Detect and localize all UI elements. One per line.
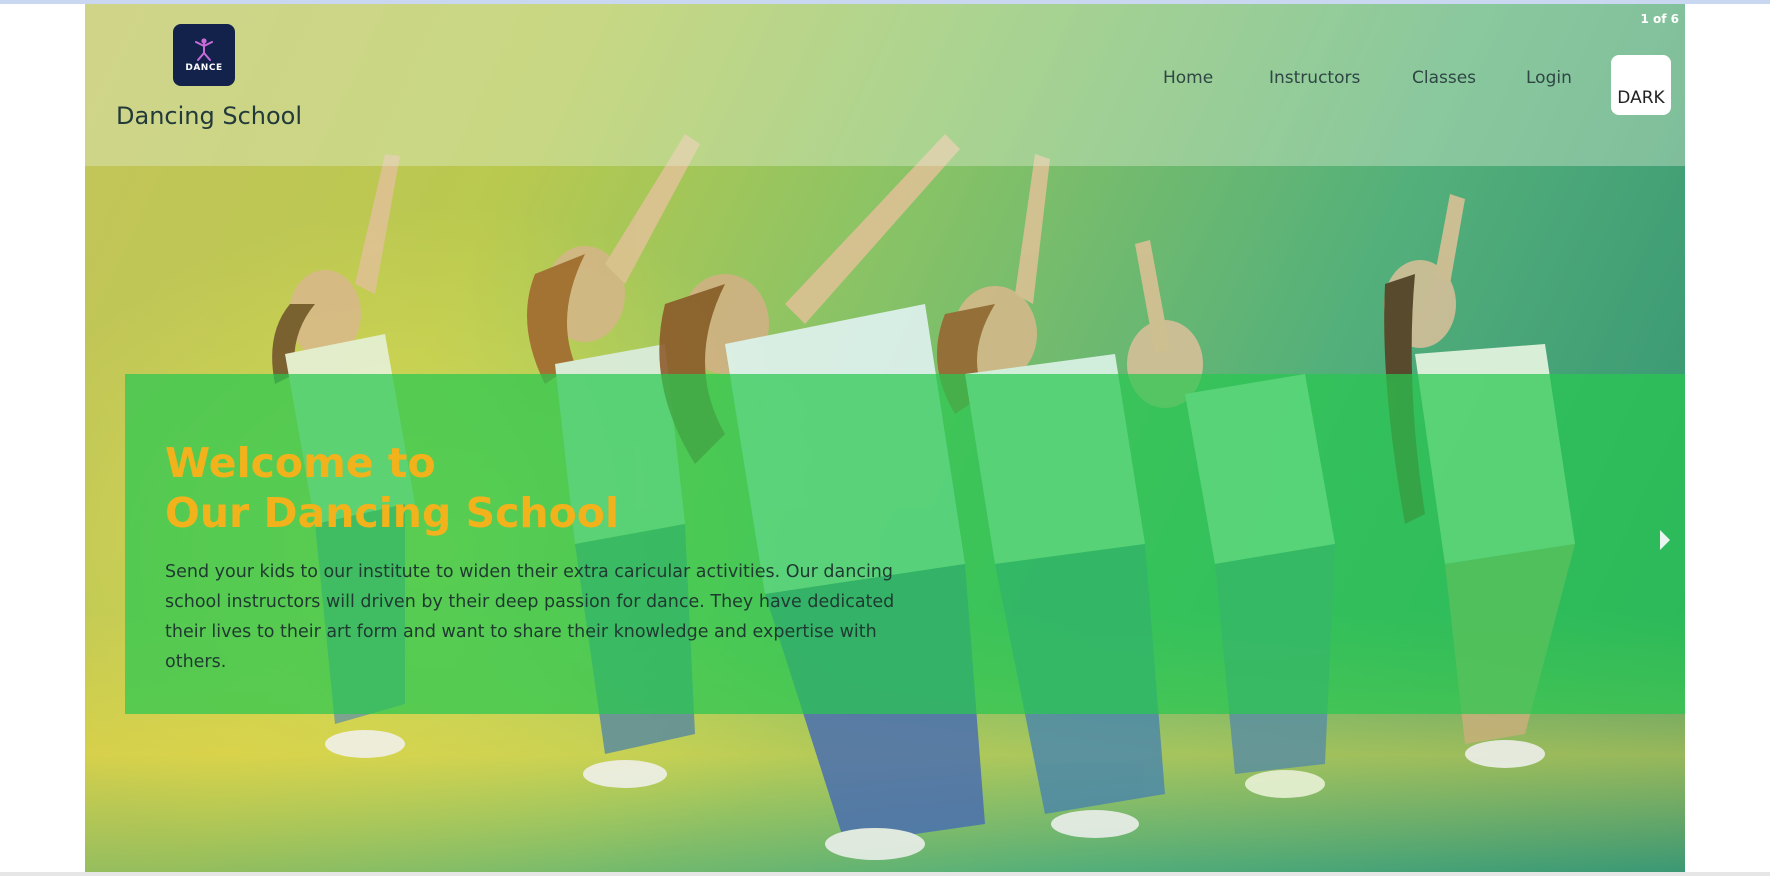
- site-header: DANCE Dancing School Home Instructors Cl…: [85, 4, 1685, 166]
- logo[interactable]: DANCE: [173, 24, 235, 86]
- dancer-logo-icon: [195, 38, 213, 61]
- slide-counter: 1 of 6: [1640, 12, 1679, 26]
- dark-mode-button[interactable]: DARK: [1611, 55, 1671, 115]
- bottom-strip: [0, 872, 1770, 876]
- hero-slider: DANCE Dancing School Home Instructors Cl…: [85, 4, 1685, 872]
- caret-right-icon[interactable]: [1660, 530, 1670, 550]
- hero-caption: Welcome to Our Dancing School Send your …: [125, 374, 1685, 714]
- hero-title-line-2: Our Dancing School: [165, 489, 620, 537]
- nav-instructors[interactable]: Instructors: [1269, 68, 1360, 88]
- hero-description: Send your kids to our institute to widen…: [165, 561, 895, 672]
- nav-home[interactable]: Home: [1163, 68, 1213, 88]
- brand-title[interactable]: Dancing School: [116, 102, 302, 130]
- hero-title: Welcome to Our Dancing School: [165, 438, 619, 538]
- logo-text: DANCE: [185, 63, 223, 73]
- hero-title-line-1: Welcome to: [165, 439, 436, 487]
- nav-login[interactable]: Login: [1526, 68, 1572, 88]
- nav-classes[interactable]: Classes: [1412, 68, 1476, 88]
